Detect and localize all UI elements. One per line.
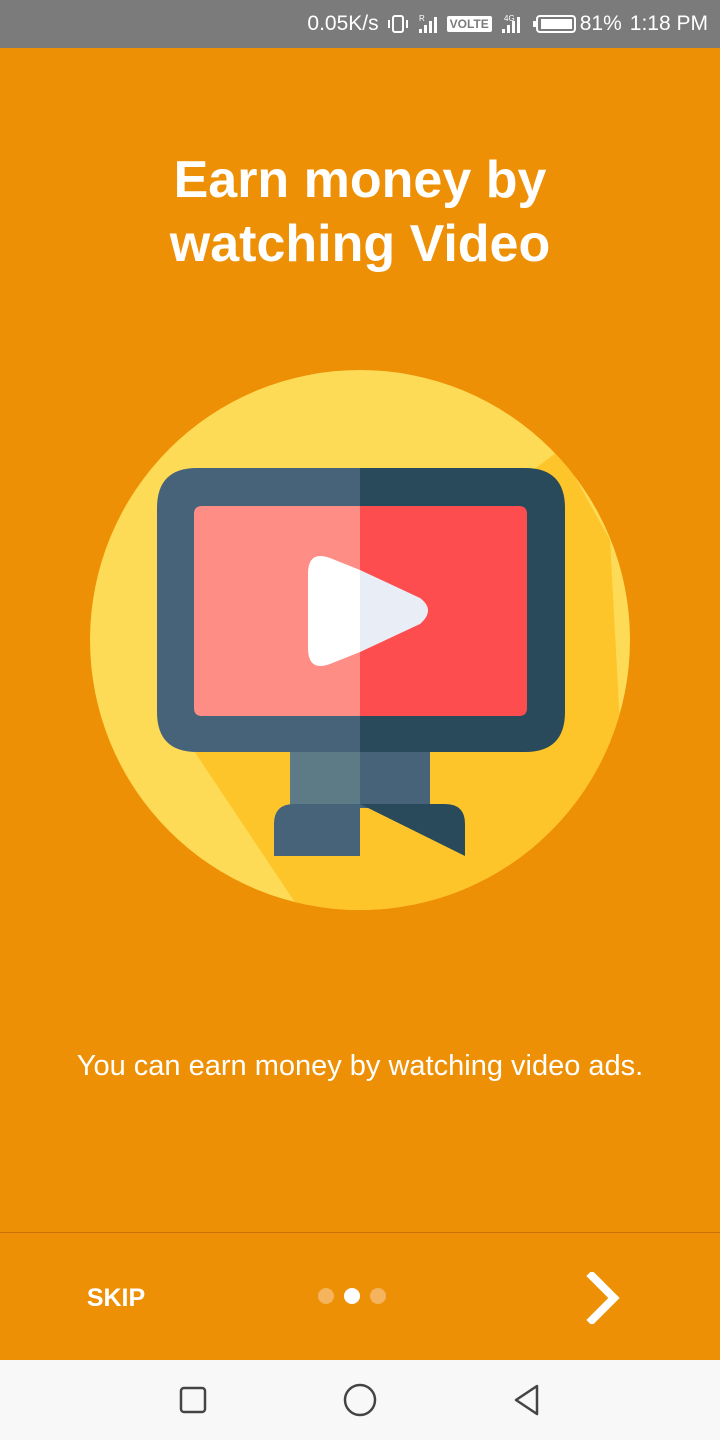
signal-icon-sim1: R [417, 13, 439, 35]
back-triangle-icon [514, 1384, 538, 1416]
footer-divider [0, 1232, 720, 1233]
battery-percent: 81% [579, 12, 622, 35]
square-icon [180, 1386, 207, 1414]
description-text: You can earn money by watching video ads… [76, 1050, 644, 1082]
volte-badge: VOLTE [446, 16, 492, 32]
back-button[interactable] [497, 1370, 557, 1430]
skip-button[interactable]: SKIP [60, 1263, 172, 1333]
page-dot-2-active [344, 1288, 360, 1304]
clock: 1:18 PM [629, 12, 708, 35]
page-indicator [318, 1286, 398, 1306]
chevron-right-icon [586, 1272, 620, 1324]
title-line-2: watching Video [169, 215, 551, 273]
page-title: Earn money by watching Video [0, 148, 720, 276]
system-nav-bar [0, 1360, 720, 1440]
page-dot-3 [370, 1288, 386, 1304]
sim1-indicator: R [419, 14, 425, 23]
circle-icon [343, 1383, 377, 1417]
vibrate-icon [387, 13, 409, 35]
base-left [274, 804, 360, 856]
title-line-1: Earn money by [173, 151, 547, 209]
tv-play-icon [90, 370, 630, 910]
home-button[interactable] [330, 1370, 390, 1430]
page-dot-1 [318, 1288, 334, 1304]
stand-right [360, 748, 430, 808]
signal-icon-sim2: 4G [500, 13, 524, 35]
stand-left [290, 748, 360, 808]
onboarding-page: Earn money by watching Video You can ear… [0, 48, 720, 1360]
recents-button[interactable] [163, 1370, 223, 1430]
status-bar: 0.05K/s R VOLTE 4G 81% 1:18 PM [0, 0, 720, 48]
battery-icon [532, 13, 578, 35]
network-speed: 0.05K/s [307, 12, 379, 35]
play-triangle-left [308, 556, 360, 666]
next-button[interactable] [572, 1266, 636, 1330]
